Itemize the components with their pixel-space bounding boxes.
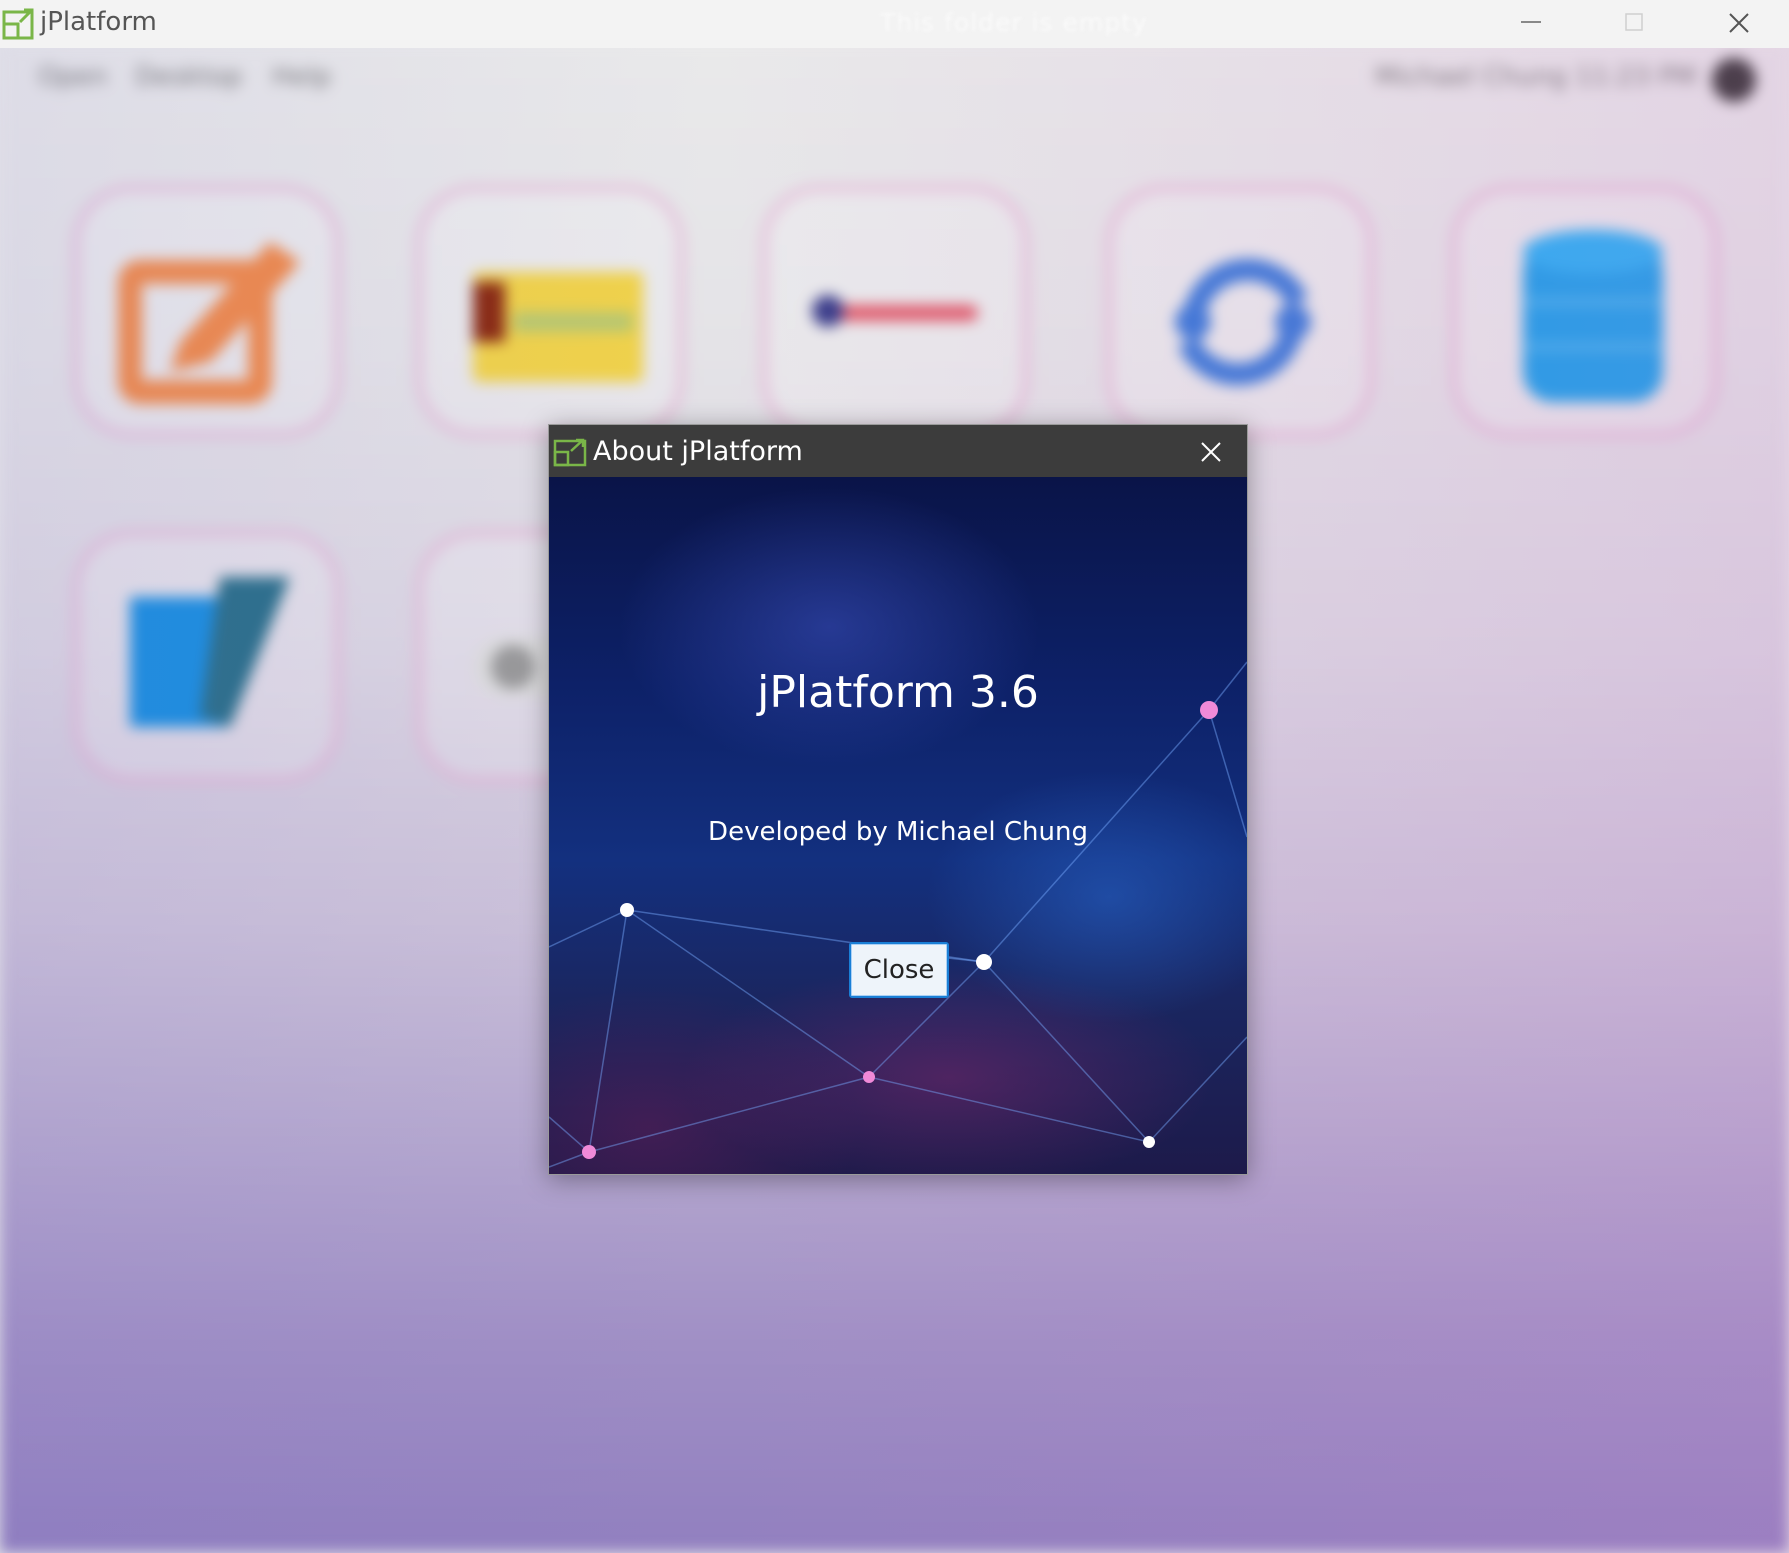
dialog-subtitle: Developed by Michael Chung [708,817,1088,847]
app-window: jPlatform This folder is empty Open Desk… [0,0,1789,1553]
tile-card[interactable] [415,184,685,439]
dialog-title-bar: About jPlatform [549,425,1247,477]
maximize-button[interactable] [1584,0,1684,44]
app-logo-icon [553,438,587,467]
tile-edit[interactable] [72,184,342,439]
close-dialog-button[interactable]: Close [849,942,949,998]
menu-item-desktop[interactable]: Desktop [135,62,242,92]
dialog-close-button[interactable] [1187,433,1237,471]
database-icon [1523,230,1663,402]
close-button[interactable] [1688,0,1788,44]
dialog-title: About jPlatform [593,436,803,467]
maximize-icon [1625,13,1643,31]
card-icon [473,272,643,382]
tile-script[interactable] [72,529,342,784]
menu-bar: Open Desktop Help Michael Chung 11:23 PM [0,44,1789,114]
app-title: jPlatform [40,7,157,37]
close-icon [1729,13,1749,33]
menu-item-help[interactable]: Help [272,62,331,92]
edit-icon [118,242,300,404]
sync-icon [1175,258,1311,386]
close-icon [1201,442,1221,462]
tile-sync[interactable] [1105,184,1375,439]
script-icon [130,577,290,727]
slider-icon [812,295,978,327]
app-logo-icon [2,8,34,40]
tile-database[interactable] [1450,184,1720,439]
tile-slider[interactable] [760,184,1030,439]
user-status: Michael Chung 11:23 PM [1375,62,1697,92]
menu-item-open[interactable]: Open [38,62,107,92]
minimize-button[interactable] [1480,0,1580,44]
avatar[interactable] [1712,58,1756,102]
title-bar: jPlatform This folder is empty [0,0,1789,48]
dialog-heading: jPlatform 3.6 [757,667,1039,718]
about-dialog: About jPlatform jPlatform 3.6 Developed … [548,424,1248,1175]
dialog-body: jPlatform 3.6 Developed by Michael Chung… [549,477,1247,1174]
minimize-icon [1521,21,1541,23]
window-center-title: This folder is empty [880,8,1148,37]
